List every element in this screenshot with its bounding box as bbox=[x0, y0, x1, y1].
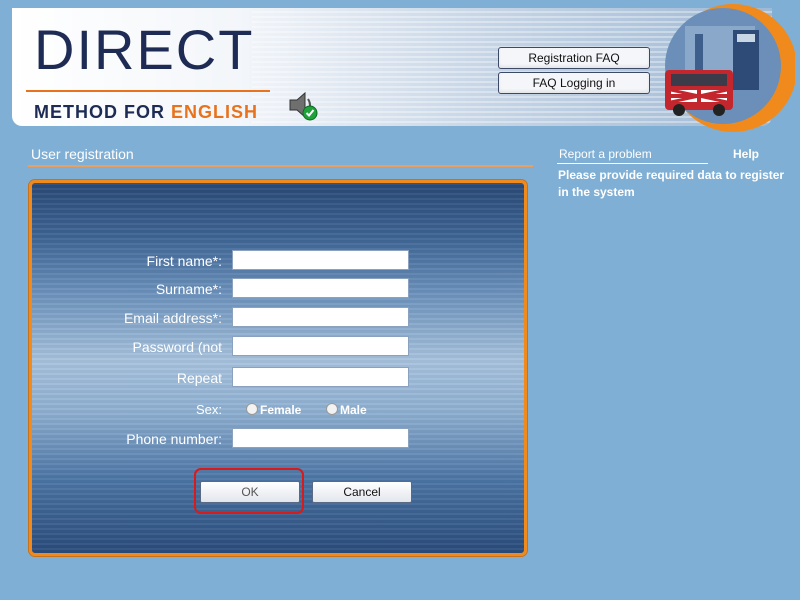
logo-subtitle-highlight: ENGLISH bbox=[171, 102, 259, 122]
logo-title: DIRECT bbox=[34, 18, 255, 81]
radio-female[interactable]: Female bbox=[246, 403, 301, 417]
password-label: Password (not bbox=[132, 339, 222, 355]
help-title[interactable]: Help bbox=[733, 147, 759, 161]
sex-label: Sex: bbox=[195, 402, 222, 417]
cancel-button[interactable]: Cancel bbox=[312, 481, 412, 503]
speaker-check-icon[interactable] bbox=[286, 88, 320, 122]
first-name-label: First name*: bbox=[146, 253, 222, 269]
logo-subtitle-prefix: METHOD FOR bbox=[34, 102, 171, 122]
logo-divider bbox=[26, 90, 270, 92]
phone-label: Phone number: bbox=[126, 431, 222, 447]
london-bus-icon bbox=[665, 4, 795, 132]
first-name-field[interactable] bbox=[232, 250, 409, 270]
registration-faq-button[interactable]: Registration FAQ bbox=[498, 47, 650, 69]
surname-label: Surname*: bbox=[155, 281, 222, 297]
report-link-underline bbox=[557, 163, 708, 164]
faq-logging-in-button[interactable]: FAQ Logging in bbox=[498, 72, 650, 94]
surname-field[interactable] bbox=[232, 278, 409, 298]
logo-subtitle: METHOD FOR ENGLISH bbox=[34, 102, 258, 123]
radio-male-icon[interactable] bbox=[326, 403, 338, 415]
radio-male-label: Male bbox=[340, 403, 367, 417]
email-field[interactable] bbox=[232, 307, 409, 327]
help-text: Please provide required data to register… bbox=[558, 168, 785, 199]
title-underline bbox=[28, 165, 533, 167]
report-problem-link[interactable]: Report a problem bbox=[559, 147, 652, 161]
repeat-password-label: Repeat bbox=[176, 370, 222, 386]
repeat-password-field[interactable] bbox=[232, 367, 409, 387]
radio-female-icon[interactable] bbox=[246, 403, 258, 415]
radio-female-label: Female bbox=[260, 403, 302, 417]
ok-button[interactable]: OK bbox=[200, 481, 300, 503]
page-title: User registration bbox=[31, 146, 134, 162]
radio-male[interactable]: Male bbox=[326, 403, 367, 417]
password-field[interactable] bbox=[232, 336, 409, 356]
email-label: Email address*: bbox=[123, 310, 222, 326]
phone-field[interactable] bbox=[232, 428, 409, 448]
registration-form-panel: First name*: Surname*: Email address*: P… bbox=[29, 180, 527, 556]
